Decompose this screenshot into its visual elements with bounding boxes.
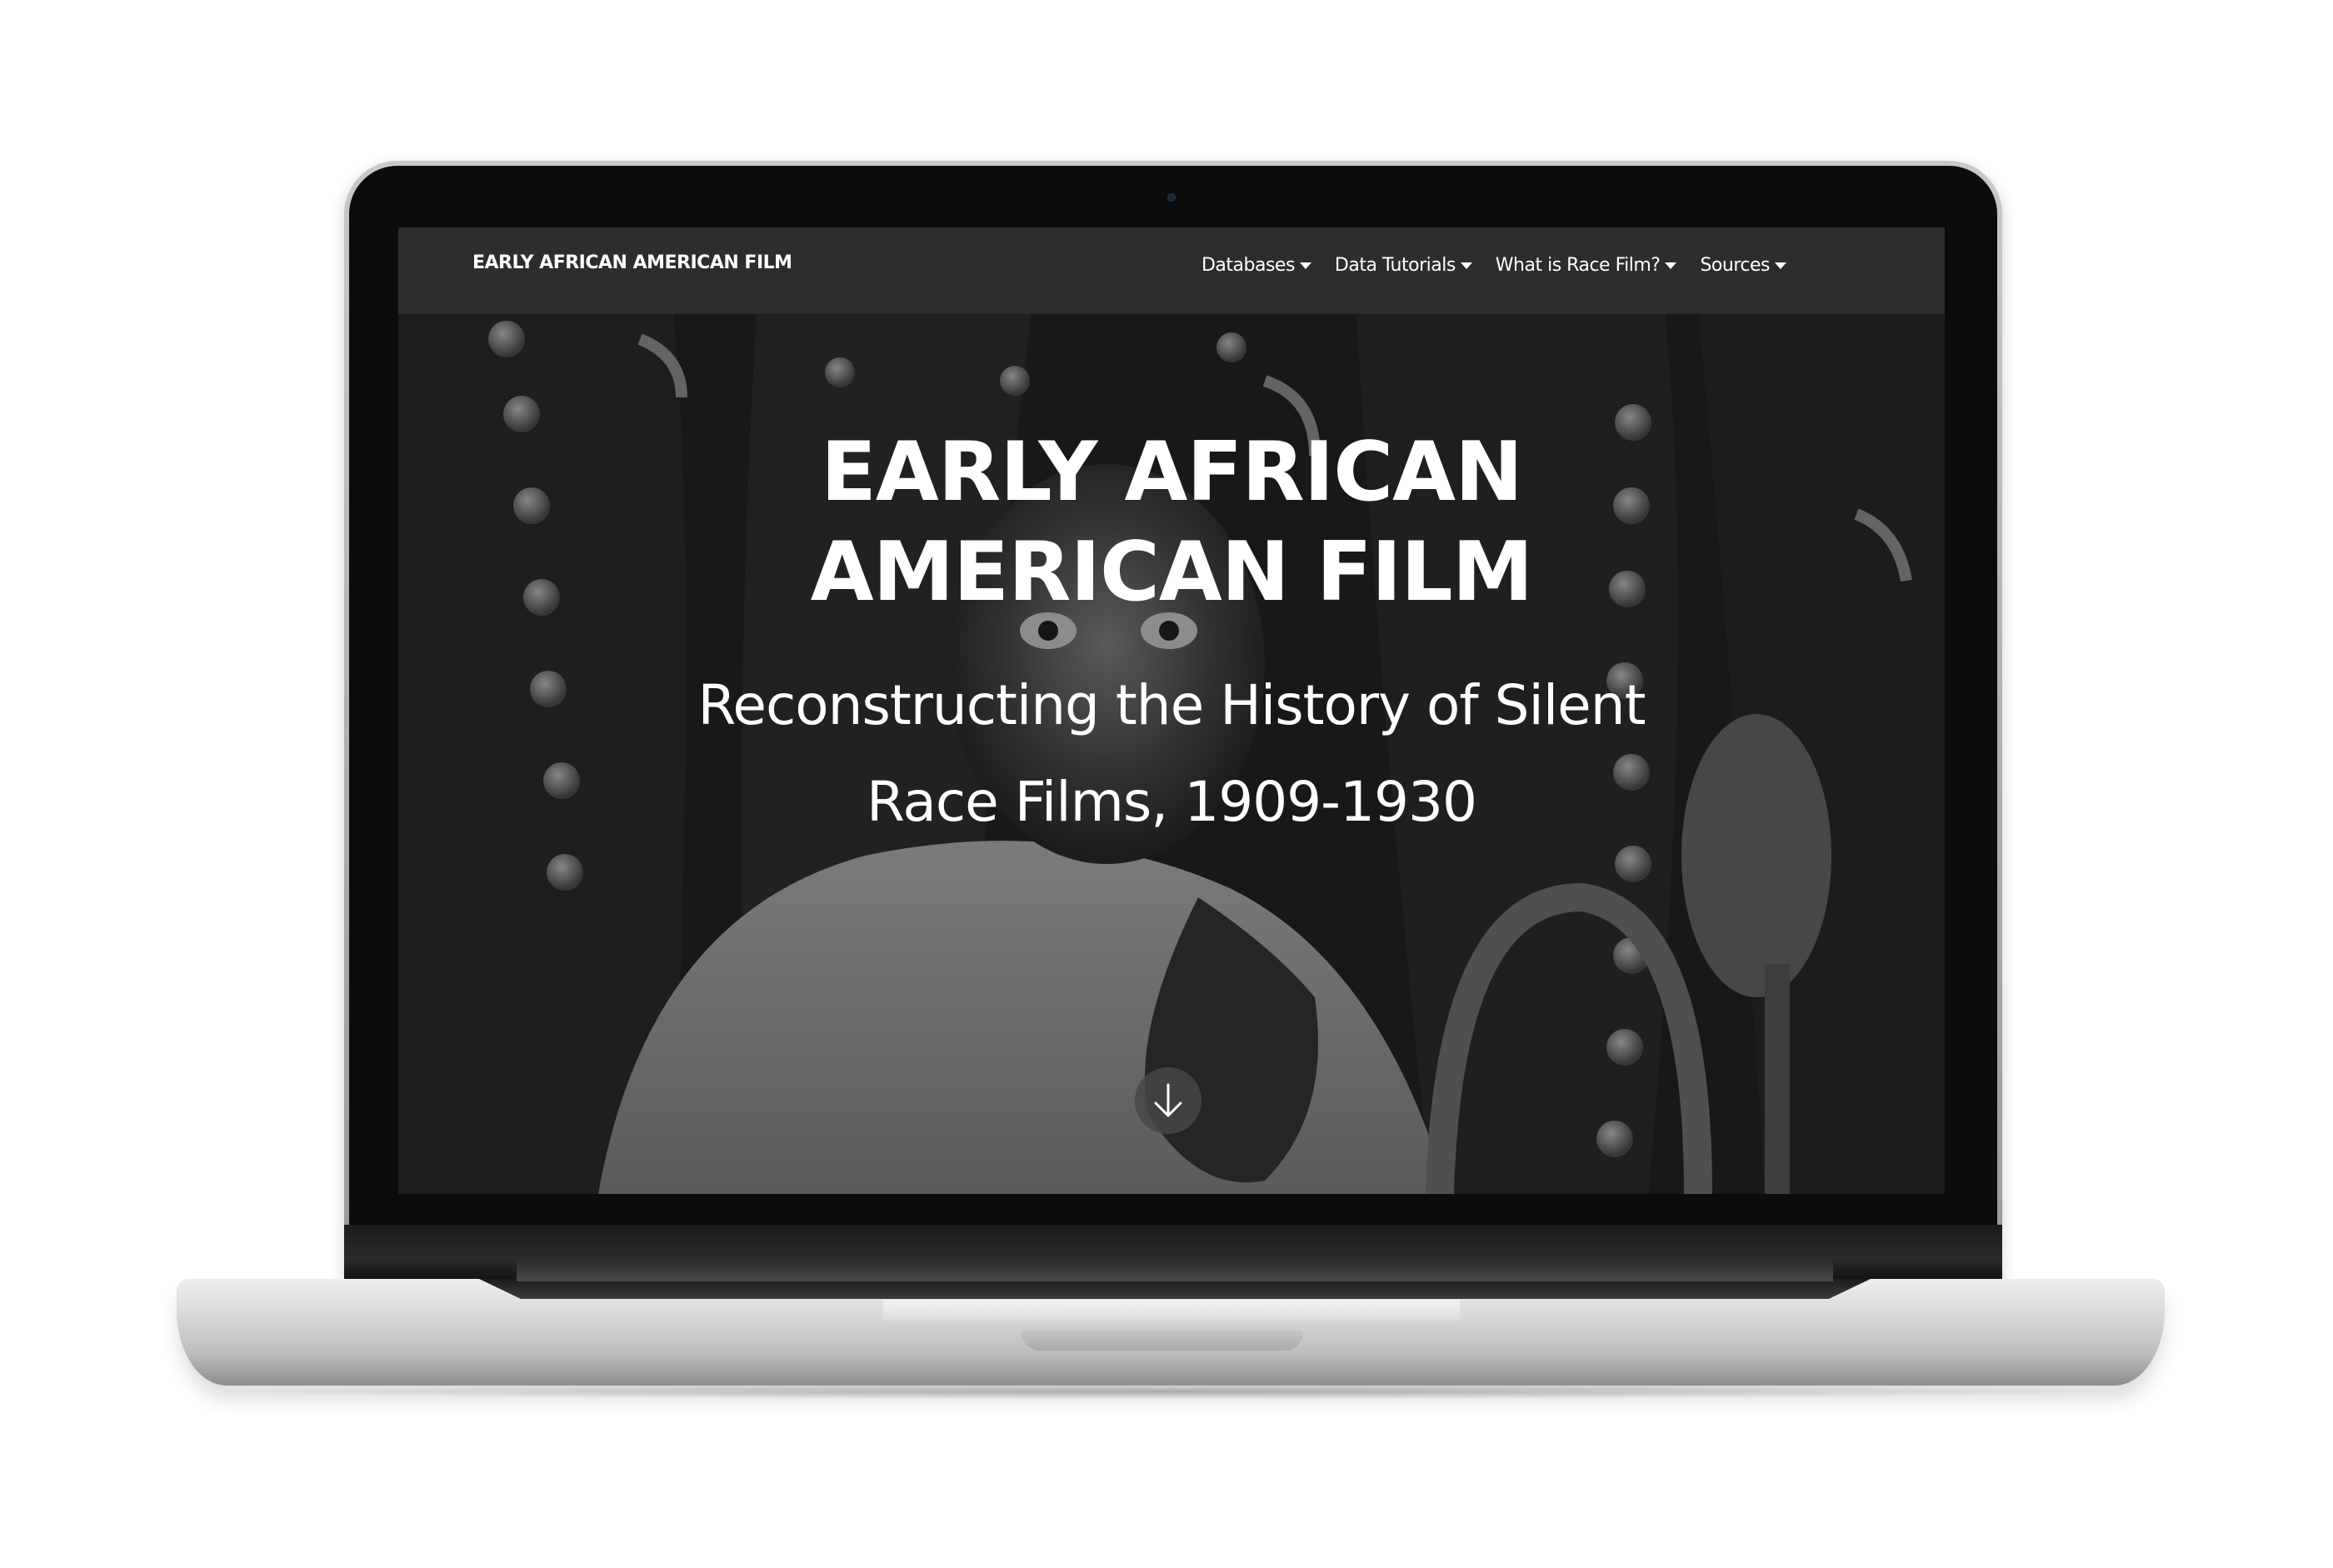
- nav-item-what-is-race-film[interactable]: What is Race Film?: [1496, 255, 1677, 276]
- hero-subtitle-line: Race Films, 1909-1930: [867, 770, 1477, 834]
- brand-link[interactable]: EARLY AFRICAN AMERICAN FILM: [472, 252, 792, 273]
- browser-viewport: EARLY AFRICAN AMERICAN FILM Databases Da…: [398, 227, 1945, 1194]
- nav-item-label: Sources: [1700, 255, 1770, 276]
- hero-section: EARLY AFRICAN AMERICAN FILM Reconstructi…: [398, 314, 1945, 1194]
- base-highlight: [883, 1300, 1460, 1325]
- camera-icon: [1167, 193, 1176, 202]
- hero-subtitle: Reconstructing the History of Silent Rac…: [398, 657, 1945, 851]
- scroll-down-button[interactable]: [1135, 1067, 1201, 1134]
- laptop-hinge: [517, 1260, 1833, 1281]
- nav-item-label: Data Tutorials: [1334, 255, 1456, 276]
- nav-item-label: Databases: [1201, 255, 1295, 276]
- caret-down-icon: [1665, 262, 1677, 269]
- lid-opening-notch: [1022, 1331, 1303, 1351]
- navbar: EARLY AFRICAN AMERICAN FILM Databases Da…: [398, 227, 1945, 314]
- floor-shadow: [200, 1383, 2141, 1400]
- keyboard-edge: [479, 1279, 1871, 1299]
- hero-title-line: EARLY AFRICAN: [820, 425, 1523, 520]
- hero-subtitle-line: Reconstructing the History of Silent: [697, 673, 1646, 737]
- hero-title-line: AMERICAN FILM: [810, 525, 1534, 620]
- caret-down-icon: [1775, 262, 1786, 269]
- caret-down-icon: [1460, 262, 1472, 269]
- caret-down-icon: [1299, 262, 1311, 269]
- nav-item-databases[interactable]: Databases: [1201, 255, 1311, 276]
- nav-item-sources[interactable]: Sources: [1700, 255, 1786, 276]
- laptop-mockup: EARLY AFRICAN AMERICAN FILM Databases Da…: [0, 0, 2333, 1568]
- arrow-down-icon: [1154, 1083, 1182, 1117]
- hero-title: EARLY AFRICAN AMERICAN FILM: [398, 422, 1945, 622]
- nav-menu: Databases Data Tutorials What is Race Fi…: [1201, 255, 1786, 276]
- nav-item-label: What is Race Film?: [1495, 255, 1661, 276]
- nav-item-data-tutorials[interactable]: Data Tutorials: [1335, 255, 1472, 276]
